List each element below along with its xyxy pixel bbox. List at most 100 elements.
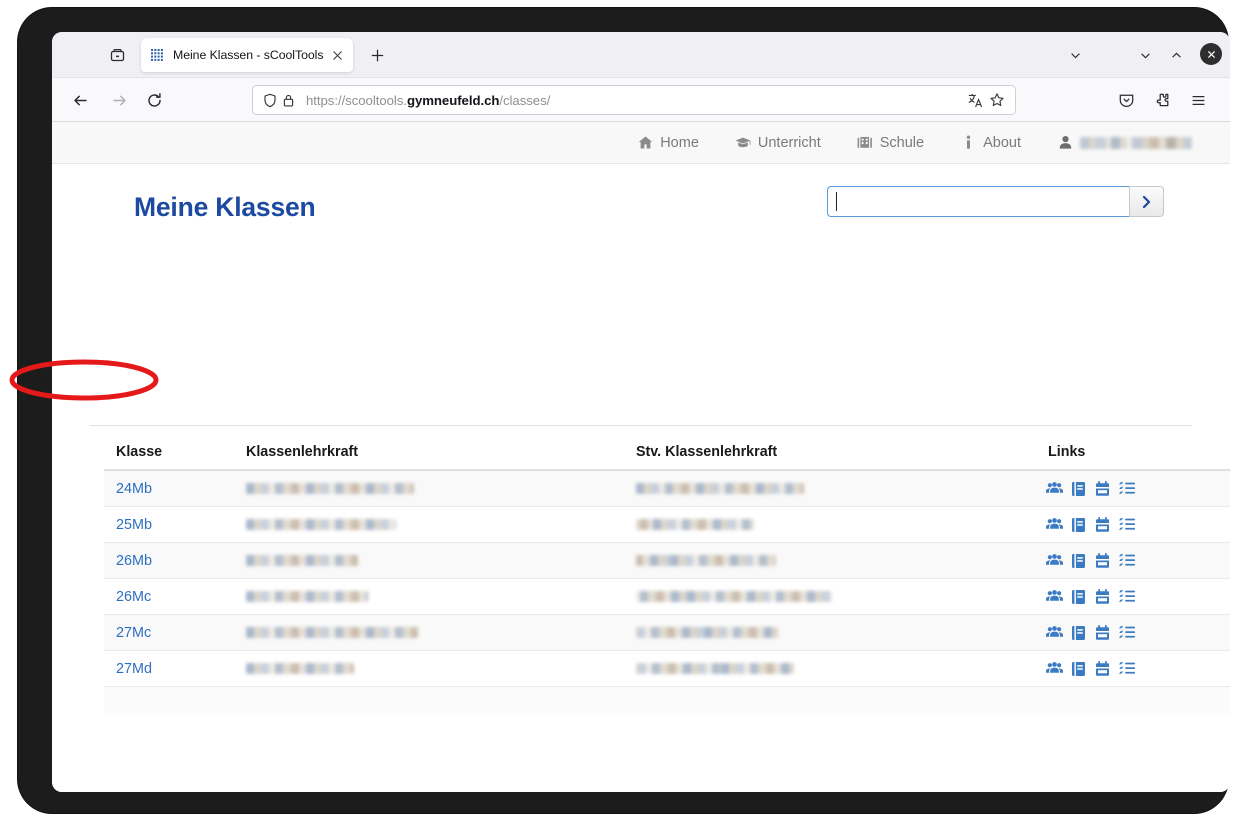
search-group — [827, 186, 1164, 217]
translate-icon[interactable] — [964, 89, 986, 111]
links-icon-group — [1046, 516, 1230, 533]
table-body: 24Mb 25Mb 26Mb 26Mc 27Mc 27Md — [104, 470, 1230, 687]
cell-links — [1034, 614, 1230, 651]
task-list-icon[interactable] — [1118, 588, 1135, 605]
cell-klasse: 24Mb — [104, 470, 234, 507]
cell-stv-klassenlehrkraft — [624, 650, 1034, 687]
calendar-icon[interactable] — [1094, 516, 1111, 533]
task-list-icon[interactable] — [1118, 516, 1135, 533]
calendar-icon[interactable] — [1094, 624, 1111, 641]
table-row: 27Mc — [104, 614, 1230, 651]
links-icon-group — [1046, 660, 1230, 677]
table-row: 27Md — [104, 650, 1230, 687]
back-arrow-icon[interactable] — [68, 88, 92, 112]
book-icon[interactable] — [1070, 516, 1087, 533]
task-list-icon[interactable] — [1118, 480, 1135, 497]
university-icon — [857, 135, 873, 151]
book-icon[interactable] — [1070, 480, 1087, 497]
redacted-teacher-name — [636, 518, 754, 530]
classes-table-container: Klasse Klassenlehrkraft Stv. Klassenlehr… — [104, 434, 1230, 715]
nav-item-label: Schule — [879, 134, 925, 151]
search-input[interactable] — [827, 186, 1129, 217]
book-icon[interactable] — [1070, 588, 1087, 605]
lock-icon[interactable] — [279, 91, 298, 110]
new-tab-button[interactable] — [365, 43, 389, 67]
nav-item-label: Unterricht — [757, 134, 821, 151]
window-close-button[interactable] — [1200, 43, 1222, 65]
cell-klasse: 25Mb — [104, 506, 234, 543]
table-row: 26Mc — [104, 578, 1230, 615]
task-list-icon[interactable] — [1118, 552, 1135, 569]
class-link[interactable]: 24Mb — [116, 481, 152, 497]
redacted-teacher-name — [246, 662, 354, 674]
class-link[interactable]: 26Mc — [116, 589, 151, 605]
footer-cell — [104, 686, 234, 715]
class-link[interactable]: 26Mb — [116, 553, 152, 569]
book-icon[interactable] — [1070, 624, 1087, 641]
calendar-icon[interactable] — [1094, 480, 1111, 497]
table-row: 25Mb — [104, 506, 1230, 543]
home-icon — [637, 135, 653, 151]
redacted-teacher-name — [246, 554, 358, 566]
nav-item-user[interactable] — [1057, 135, 1192, 151]
links-icon-group — [1046, 588, 1230, 605]
reload-icon[interactable] — [142, 88, 166, 112]
browser-tab-active[interactable]: Meine Klassen - sCoolTools — [141, 38, 353, 72]
cell-klassenlehrkraft — [234, 506, 624, 543]
users-group-icon[interactable] — [1046, 624, 1063, 641]
book-icon[interactable] — [1070, 660, 1087, 677]
links-icon-group — [1046, 552, 1230, 569]
nav-item-about[interactable]: About — [960, 135, 1021, 151]
tab-close-icon[interactable] — [330, 48, 345, 63]
section-divider — [90, 425, 1192, 426]
text-caret — [836, 192, 837, 211]
users-group-icon[interactable] — [1046, 480, 1063, 497]
extensions-puzzle-icon[interactable] — [1150, 88, 1174, 112]
class-link[interactable]: 27Mc — [116, 625, 151, 641]
calendar-icon[interactable] — [1094, 552, 1111, 569]
users-group-icon[interactable] — [1046, 516, 1063, 533]
firefox-view-button[interactable] — [104, 42, 130, 68]
content-area: Meine Klassen — [52, 164, 1230, 426]
redacted-teacher-name — [246, 626, 418, 638]
redacted-teacher-name — [636, 590, 832, 602]
user-icon — [1057, 135, 1073, 151]
book-icon[interactable] — [1070, 552, 1087, 569]
column-header-lehrkraft: Klassenlehrkraft — [234, 434, 624, 471]
hamburger-menu-icon[interactable] — [1186, 88, 1210, 112]
cell-links — [1034, 506, 1230, 543]
redacted-teacher-name — [636, 482, 804, 494]
task-list-icon[interactable] — [1118, 624, 1135, 641]
pocket-icon[interactable] — [1114, 88, 1138, 112]
shield-icon[interactable] — [260, 91, 279, 110]
bookmark-star-icon[interactable] — [986, 89, 1008, 111]
column-header-stv: Stv. Klassenlehrkraft — [624, 434, 1034, 471]
search-submit-button[interactable] — [1129, 186, 1164, 217]
users-group-icon[interactable] — [1046, 552, 1063, 569]
calendar-icon[interactable] — [1094, 660, 1111, 677]
window-minimize-button[interactable] — [1133, 44, 1157, 66]
cell-links — [1034, 650, 1230, 687]
redacted-teacher-name — [246, 518, 396, 530]
task-list-icon[interactable] — [1118, 660, 1135, 677]
window-maximize-button[interactable] — [1164, 44, 1188, 66]
footer-cell — [1034, 686, 1230, 715]
cell-klasse: 26Mb — [104, 542, 234, 579]
users-group-icon[interactable] — [1046, 588, 1063, 605]
nav-item-home[interactable]: Home — [637, 135, 699, 151]
cell-links — [1034, 470, 1230, 507]
users-group-icon[interactable] — [1046, 660, 1063, 677]
tab-strip: Meine Klassen - sCoolTools — [52, 32, 1230, 78]
list-all-tabs-button[interactable] — [1063, 44, 1087, 66]
nav-item-label: Home — [660, 134, 699, 151]
redacted-teacher-name — [246, 482, 414, 494]
site-navbar: Home Unterricht Schule About — [52, 122, 1230, 164]
table-row: 26Mb — [104, 542, 1230, 579]
device-bezel: Meine Klassen - sCoolTools https://scool… — [18, 8, 1230, 813]
url-bar[interactable]: https://scooltools.gymneufeld.ch/classes… — [252, 85, 1016, 115]
nav-item-schule[interactable]: Schule — [857, 135, 924, 151]
nav-item-unterricht[interactable]: Unterricht — [735, 135, 821, 151]
calendar-icon[interactable] — [1094, 588, 1111, 605]
class-link[interactable]: 25Mb — [116, 517, 152, 533]
class-link[interactable]: 27Md — [116, 661, 152, 677]
